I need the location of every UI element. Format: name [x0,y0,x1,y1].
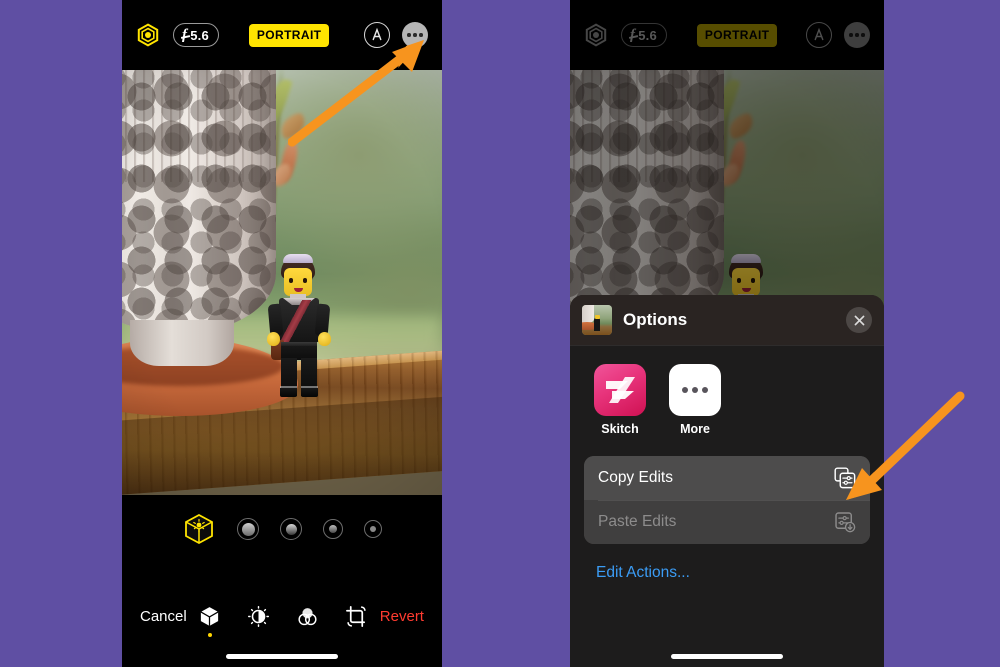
hexagon-aperture-icon[interactable] [136,23,160,47]
thumbnail-minifigure [594,315,600,331]
sheet-header: Options [570,295,884,346]
lighting-option-stage[interactable] [323,519,343,539]
copy-edits-row[interactable]: Copy Edits [584,456,870,500]
app-item-more[interactable]: More [669,364,721,436]
app-item-skitch[interactable]: Skitch [594,364,646,436]
row-divider [598,500,870,501]
minifig-hand-left [267,332,280,346]
filters-circles-icon[interactable] [295,603,321,629]
home-indicator[interactable] [671,654,783,659]
minifig-tiara [283,254,313,263]
close-x-icon[interactable] [846,307,872,333]
share-apps-row: Skitch More [570,346,884,452]
edit-actions-group: Copy Edits Paste Edits [584,456,870,544]
minifig-mouth [294,288,303,292]
lighting-option-stage-mono[interactable] [364,520,382,538]
photo-canvas[interactable] [122,70,442,495]
sheet-title: Options [623,310,688,329]
minifig-foot-right [301,388,318,397]
edit-actions-link[interactable]: Edit Actions... [570,544,884,582]
revert-button[interactable]: Revert [380,608,424,625]
phone-screen-photo-editor: f 5.6 PORTRAIT Cancel Revert [122,0,442,667]
minifig-belt [281,342,317,346]
toolbar-row: Cancel Revert [122,603,442,637]
thumbnail-pot [582,305,594,323]
markup-pen-circle-icon[interactable] [364,22,390,48]
ceramic-pot [122,70,276,332]
editor-tool-icons [197,603,370,637]
aperture-prefix: f [182,26,188,43]
app-label-more: More [680,422,710,436]
phone-screen-options-sheet: f 5.6 PORTRAIT Options Skitch More Copy … [570,0,884,667]
minifig-head [284,268,312,296]
skitch-app-icon[interactable] [594,364,646,416]
brightness-dial-icon[interactable] [246,603,272,629]
crop-rotate-icon[interactable] [344,603,370,629]
ellipsis-dots [407,33,423,37]
paste-edits-row: Paste Edits [584,500,870,544]
minifig-foot-left [280,388,297,397]
minifig-hand-right [318,332,331,346]
lighting-option-studio[interactable] [237,518,259,540]
pot-foot [130,320,234,366]
photo-thumbnail [582,305,612,335]
aperture-value: 5.6 [190,27,209,43]
editor-bottom-toolbar: Cancel Revert [122,563,442,667]
copy-edits-icon[interactable] [834,467,856,489]
copy-edits-label: Copy Edits [598,469,673,486]
more-ellipsis-icon[interactable] [402,22,428,48]
editor-top-bar: f 5.6 PORTRAIT [122,0,442,70]
paste-edits-label: Paste Edits [598,513,677,530]
natural-light-cube-icon[interactable] [182,512,216,546]
portrait-lighting-selector[interactable] [122,495,442,563]
cube-icon[interactable] [197,603,223,637]
lego-minifigure-subject [267,254,331,400]
portrait-mode-badge[interactable]: PORTRAIT [248,23,330,47]
more-apps-icon[interactable] [669,364,721,416]
aperture-badge[interactable]: f 5.6 [173,23,219,47]
app-label-skitch: Skitch [601,422,639,436]
options-sheet: Options Skitch More Copy Edits Paste Edi… [570,295,884,667]
tool-active-dot [207,633,212,637]
paste-edits-icon [834,511,856,533]
more-apps-dots [682,387,708,393]
minifig-strap [276,300,318,344]
pot-speckles [122,70,276,332]
cancel-button[interactable]: Cancel [140,608,187,625]
lighting-option-contour[interactable] [280,518,302,540]
home-indicator[interactable] [226,654,338,659]
